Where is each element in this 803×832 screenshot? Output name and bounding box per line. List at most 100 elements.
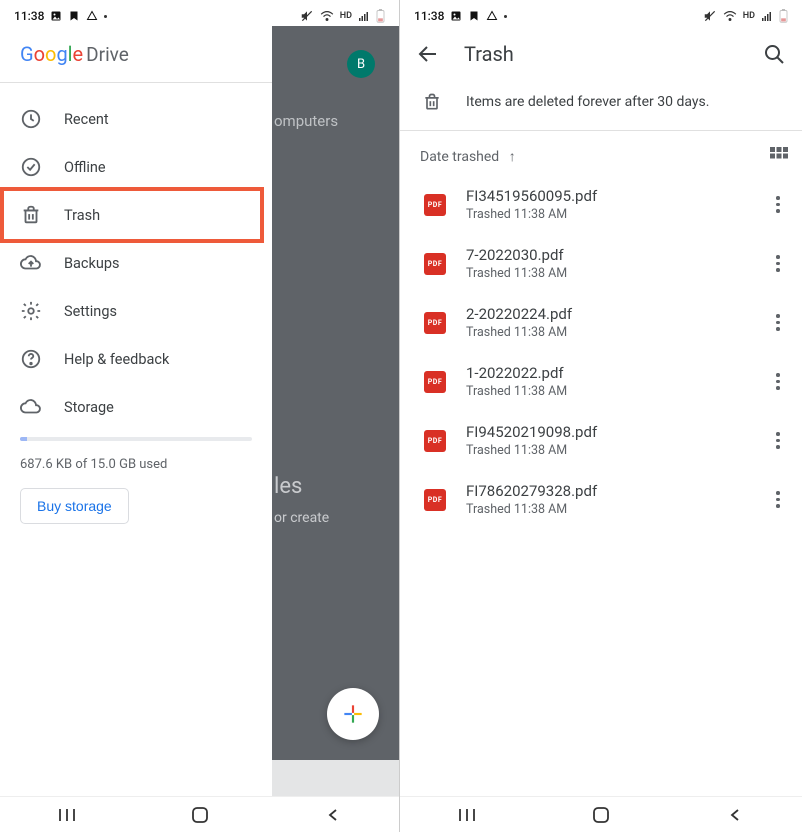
pdf-icon: PDF [424,194,446,216]
pdf-icon: PDF [424,253,446,275]
download-icon [68,10,80,22]
file-row[interactable]: PDF1-2022022.pdfTrashed 11:38 AM [400,352,802,411]
recents-button[interactable] [52,800,82,830]
file-subtitle: Trashed 11:38 AM [466,384,748,399]
file-row[interactable]: PDFFI78620279328.pdfTrashed 11:38 AM [400,470,802,529]
settings-icon [20,300,42,322]
file-row[interactable]: PDF 2-20220224.pdf Trashed 11:38 AM [400,293,802,352]
picture-icon [50,10,62,22]
dimmed-background[interactable]: B omputers les or create Files [272,26,399,796]
create-fab[interactable] [327,688,379,740]
recents-button[interactable] [452,800,482,830]
file-row[interactable]: PDFFI94520219098.pdfTrashed 11:38 AM [400,411,802,470]
more-options-icon[interactable] [768,431,788,451]
sidebar-item-backups[interactable]: Backups [0,239,272,287]
more-options-icon[interactable] [768,490,788,510]
back-button[interactable] [720,800,750,830]
sidebar-item-storage[interactable]: Storage [0,383,272,431]
battery-icon [376,9,385,23]
storage-usage-text: 687.6 KB of 15.0 GB used [20,457,252,472]
wifi-icon [320,9,334,23]
signal-icon [358,10,370,22]
sidebar-item-label: Settings [64,303,117,320]
download-icon [468,10,480,22]
status-time: 11:38 [14,9,44,23]
sidebar-item-label: Offline [64,159,106,176]
picture-icon [450,10,462,22]
file-list[interactable]: PDFFI34519560095.pdfTrashed 11:38 AMPDF7… [400,175,802,796]
trash-icon [422,92,442,112]
sidebar-item-label: Trash [64,207,100,224]
storage-block: 687.6 KB of 15.0 GB used Buy storage [0,431,272,524]
file-subtitle: Trashed 11:38 AM [466,443,748,458]
more-options-icon[interactable] [768,313,788,333]
home-button[interactable] [586,800,616,830]
hd-badge: HD [743,11,755,21]
file-subtitle: Trashed 11:38 AM [466,325,748,340]
info-banner-text: Items are deleted forever after 30 days. [466,94,709,110]
mute-icon [703,9,717,23]
file-subtitle: Trashed 11:38 AM [466,502,748,517]
sidebar-item-offline[interactable]: Offline [0,143,272,191]
sidebar-item-settings[interactable]: Settings [0,287,272,335]
sidebar-item-trash[interactable]: Trash [0,191,272,239]
signal-icon [761,10,773,22]
storage-icon [20,396,42,418]
search-icon[interactable] [762,42,786,66]
more-options-icon[interactable] [768,372,788,392]
pdf-icon: PDF [424,371,446,393]
triangle-icon [86,10,98,22]
drawer-header: GoogleDrive [0,26,272,83]
sidebar-item-label: Backups [64,255,119,272]
battery-icon [779,9,788,23]
file-subtitle: Trashed 11:38 AM [466,266,748,281]
tab-files[interactable]: Files [340,760,365,792]
storage-progress [20,437,252,441]
file-name: FI94520219098.pdf [466,423,748,441]
sort-row: Date trashed ↑ [400,131,802,175]
hd-badge: HD [340,11,352,21]
file-row[interactable]: PDF7-2022030.pdfTrashed 11:38 AM [400,234,802,293]
pdf-icon: PDF [424,312,446,334]
dot-icon [104,15,107,18]
android-navbar [400,796,802,832]
file-name: FI78620279328.pdf [466,482,748,500]
buy-storage-button[interactable]: Buy storage [20,488,129,524]
offline-icon [20,156,42,178]
dot-icon [504,15,507,18]
back-arrow-icon[interactable] [416,42,440,66]
status-bar: 11:38 HD [400,0,802,26]
file-row[interactable]: PDF FI34519560095.pdf Trashed 11:38 AM [400,175,802,234]
sidebar-item-recent[interactable]: Recent [0,95,272,143]
help-icon [20,348,42,370]
google-drive-logo: GoogleDrive [20,42,129,66]
page-title: Trash [464,42,738,66]
file-subtitle: Trashed 11:38 AM [466,207,748,222]
file-name: FI34519560095.pdf [466,187,748,205]
sort-button[interactable]: Date trashed ↑ [420,148,516,165]
home-button[interactable] [185,800,215,830]
recent-icon [20,108,42,130]
sidebar-item-label: Storage [64,399,114,416]
sidebar-item-label: Help & feedback [64,351,169,368]
sidebar-item-help[interactable]: Help & feedback [0,335,272,383]
left-phone: 11:38 HD [0,0,400,832]
mute-icon [300,9,314,23]
wifi-icon [723,9,737,23]
status-bar: 11:38 HD [0,0,399,26]
info-banner: Items are deleted forever after 30 days. [400,82,802,131]
status-time: 11:38 [414,9,444,23]
app-bar: Trash [400,26,802,82]
right-phone: 11:38 HD [400,0,802,832]
navigation-drawer: GoogleDrive Recent Offline Trash Backups Set… [0,26,272,796]
triangle-icon [486,10,498,22]
trash-icon [20,204,42,226]
account-avatar[interactable]: B [347,50,375,78]
grid-view-icon[interactable] [770,147,788,165]
empty-state-sub-partial: or create [274,510,329,526]
file-name: 2-20220224.pdf [466,305,748,323]
more-options-icon[interactable] [768,254,788,274]
arrow-up-icon: ↑ [509,149,516,165]
back-button[interactable] [318,800,348,830]
more-options-icon[interactable] [768,195,788,215]
